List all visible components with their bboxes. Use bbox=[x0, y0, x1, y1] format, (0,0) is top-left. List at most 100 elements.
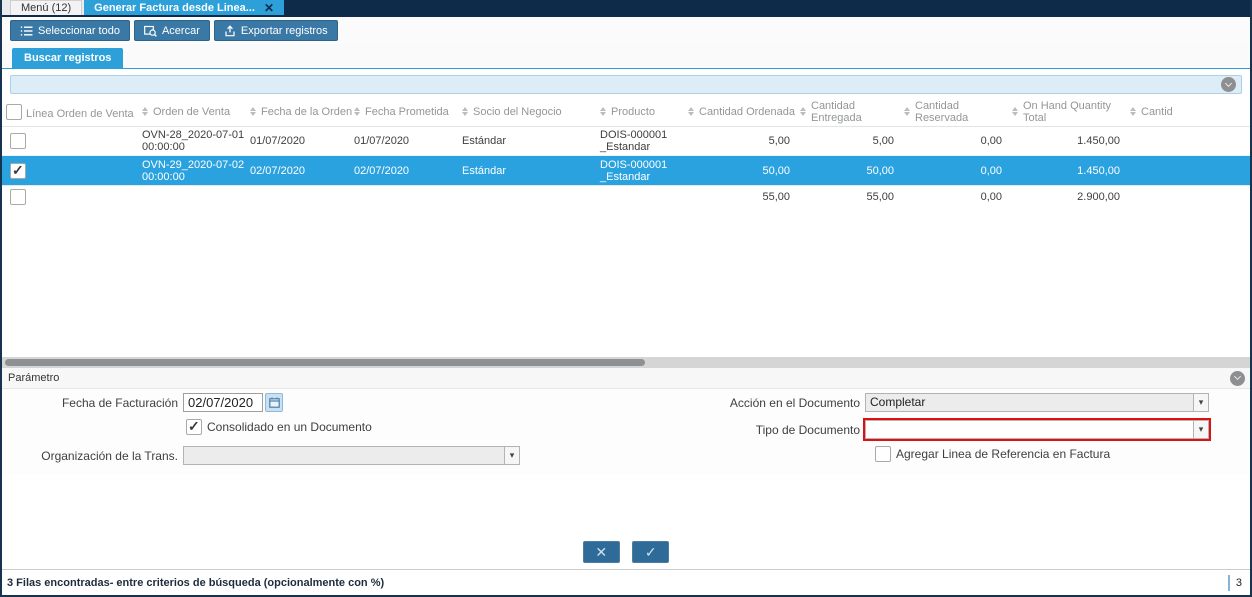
tab-generar-factura-label: Generar Factura desde Linea... bbox=[94, 1, 255, 14]
tab-menu-label: Menú (12) bbox=[21, 2, 72, 14]
add-reference-checkbox-field: Agregar Linea de Referencia en Factura bbox=[875, 445, 1111, 462]
cell-fecha-prometida: 01/07/2020 bbox=[354, 135, 410, 147]
doc-action-value: Completar bbox=[870, 394, 926, 409]
zoom-button[interactable]: Acercar bbox=[133, 20, 210, 41]
sort-icon bbox=[354, 107, 360, 116]
parameter-title: Parámetro bbox=[8, 371, 60, 384]
export-icon bbox=[224, 24, 236, 37]
cell-cantidad-entregada: 5,00 bbox=[872, 135, 894, 147]
summary-cantidad-entregada: 55,00 bbox=[866, 191, 894, 203]
column-header-cantidad-entregada[interactable]: Cantidad Entregada bbox=[800, 100, 904, 124]
add-reference-checkbox[interactable] bbox=[875, 445, 891, 462]
dropdown-arrow-icon[interactable]: ▾ bbox=[1193, 393, 1208, 411]
sort-icon bbox=[904, 107, 910, 116]
row-checkbox[interactable] bbox=[10, 189, 26, 205]
sort-icon bbox=[688, 107, 694, 116]
tab-menu[interactable]: Menú (12) bbox=[10, 0, 83, 15]
close-tab-icon[interactable]: ✕ bbox=[264, 1, 274, 15]
cell-socio: Estándar bbox=[462, 164, 507, 177]
select-all-label: Seleccionar todo bbox=[38, 24, 120, 37]
column-header-cantidad-ordenada[interactable]: Cantidad Ordenada bbox=[688, 106, 800, 118]
column-label: Fecha Prometida bbox=[365, 105, 449, 118]
export-label: Exportar registros bbox=[240, 24, 328, 37]
column-header-cantidad-clipped[interactable]: Cantid bbox=[1130, 106, 1250, 118]
calendar-button[interactable] bbox=[265, 392, 283, 412]
consolidated-checkbox-field: Consolidado en un Documento bbox=[186, 418, 372, 435]
column-header-fecha-orden[interactable]: Fecha de la Orden bbox=[250, 106, 354, 118]
dropdown-arrow-icon[interactable]: ▾ bbox=[1193, 420, 1208, 438]
select-all-checkbox[interactable] bbox=[6, 104, 22, 120]
row-checkbox-checked[interactable] bbox=[10, 162, 26, 179]
window-tabstrip: Menú (12) Generar Factura desde Linea...… bbox=[2, 0, 1250, 17]
cell-cantidad-reservada: 0,00 bbox=[980, 164, 1002, 177]
invoice-date-field bbox=[183, 392, 283, 412]
doc-action-combobox[interactable]: Completar ▾ bbox=[865, 392, 1209, 412]
cell-fecha-orden: 01/07/2020 bbox=[250, 135, 306, 147]
status-message: 3 Filas encontradas- entre criterios de … bbox=[7, 576, 385, 589]
sort-icon bbox=[462, 107, 468, 116]
table-row[interactable]: OVN-28_2020-07-01 00:00:00 01/07/2020 01… bbox=[2, 127, 1250, 156]
tab-buscar-registros-label: Buscar registros bbox=[24, 52, 112, 64]
table-row-selected[interactable]: OVN-29_2020-07-02 00:00:00 02/07/2020 02… bbox=[2, 156, 1250, 185]
column-label: On Hand Quantity Total bbox=[1023, 99, 1112, 124]
column-header-on-hand[interactable]: On Hand Quantity Total bbox=[1012, 100, 1130, 124]
cell-producto: DOIS-000001 _Estandar bbox=[600, 129, 668, 153]
tab-generar-factura[interactable]: Generar Factura desde Linea... ✕ bbox=[84, 0, 284, 15]
calendar-icon bbox=[268, 397, 280, 408]
chevron-down-icon bbox=[1233, 373, 1242, 381]
cell-orden-venta: OVN-29_2020-07-02 00:00:00 bbox=[142, 158, 245, 183]
search-collapse-icon[interactable] bbox=[1221, 77, 1236, 92]
column-header-fecha-prometida[interactable]: Fecha Prometida bbox=[354, 106, 462, 118]
cell-cantidad-reservada: 0,00 bbox=[980, 135, 1002, 147]
process-window: Menú (12) Generar Factura desde Linea...… bbox=[0, 0, 1252, 597]
invoice-date-label: Fecha de Facturación bbox=[61, 395, 178, 410]
panel-spacer bbox=[2, 474, 1250, 529]
cancel-x-icon: ✕ bbox=[595, 544, 608, 560]
export-button[interactable]: Exportar registros bbox=[213, 20, 338, 41]
column-label: Producto bbox=[611, 105, 656, 118]
summary-row: 55,00 55,00 0,00 2.900,00 bbox=[2, 185, 1250, 208]
column-header-cantidad-reservada[interactable]: Cantidad Reservada bbox=[904, 100, 1012, 124]
panel-collapse-icon[interactable] bbox=[1230, 370, 1245, 386]
select-all-button[interactable]: Seleccionar todo bbox=[10, 20, 130, 41]
parameter-panel-body: Fecha de Facturación Consolidado en un D… bbox=[2, 388, 1250, 475]
parameter-panel-header: Parámetro bbox=[2, 367, 1250, 389]
status-row-count: 3 bbox=[1227, 574, 1250, 591]
cell-on-hand: 1.450,00 bbox=[1077, 164, 1120, 177]
column-label: Socio del Negocio bbox=[473, 105, 562, 118]
consolidated-checkbox[interactable] bbox=[186, 418, 202, 435]
row-checkbox[interactable] bbox=[10, 133, 26, 149]
doc-type-combobox-alert[interactable]: ▾ bbox=[863, 417, 1211, 441]
summary-cantidad-reservada: 0,00 bbox=[980, 191, 1002, 203]
column-label: Línea Orden de Venta bbox=[26, 108, 134, 120]
column-label: Orden de Venta bbox=[153, 105, 231, 118]
ok-button[interactable]: ✓ bbox=[632, 541, 670, 563]
cancel-button[interactable]: ✕ bbox=[582, 541, 620, 563]
org-combobox[interactable]: ▾ bbox=[183, 445, 520, 465]
org-value bbox=[184, 447, 504, 464]
consolidated-label: Consolidado en un Documento bbox=[207, 419, 372, 434]
doc-type-label: Tipo de Documento bbox=[755, 422, 860, 437]
column-label: Fecha de la Orden bbox=[261, 105, 353, 118]
horizontal-scrollbar[interactable] bbox=[2, 356, 1250, 368]
org-label: Organización de la Trans. bbox=[41, 448, 178, 463]
column-header-producto[interactable]: Producto bbox=[600, 106, 688, 118]
column-header-socio[interactable]: Socio del Negocio bbox=[462, 106, 600, 118]
invoice-date-input[interactable] bbox=[183, 392, 263, 412]
cell-on-hand: 1.450,00 bbox=[1077, 135, 1120, 147]
sort-icon bbox=[250, 107, 256, 116]
add-reference-label: Agregar Linea de Referencia en Factura bbox=[896, 446, 1111, 461]
column-header-linea-orden[interactable]: Línea Orden de Venta bbox=[2, 101, 142, 122]
sort-icon bbox=[142, 107, 148, 116]
cell-orden-venta: OVN-28_2020-07-01 00:00:00 bbox=[142, 129, 245, 153]
magnifier-window-icon bbox=[144, 25, 157, 37]
column-label: Cantidad Ordenada bbox=[699, 105, 796, 118]
scrollbar-thumb[interactable] bbox=[5, 358, 645, 366]
column-header-orden-venta[interactable]: Orden de Venta bbox=[142, 106, 250, 118]
list-icon bbox=[20, 25, 33, 37]
tab-buscar-registros[interactable]: Buscar registros bbox=[12, 48, 124, 68]
sort-icon bbox=[800, 107, 806, 116]
confirm-row: ✕ ✓ bbox=[2, 529, 1250, 569]
search-input[interactable] bbox=[10, 75, 1242, 94]
dropdown-arrow-icon[interactable]: ▾ bbox=[504, 446, 519, 464]
